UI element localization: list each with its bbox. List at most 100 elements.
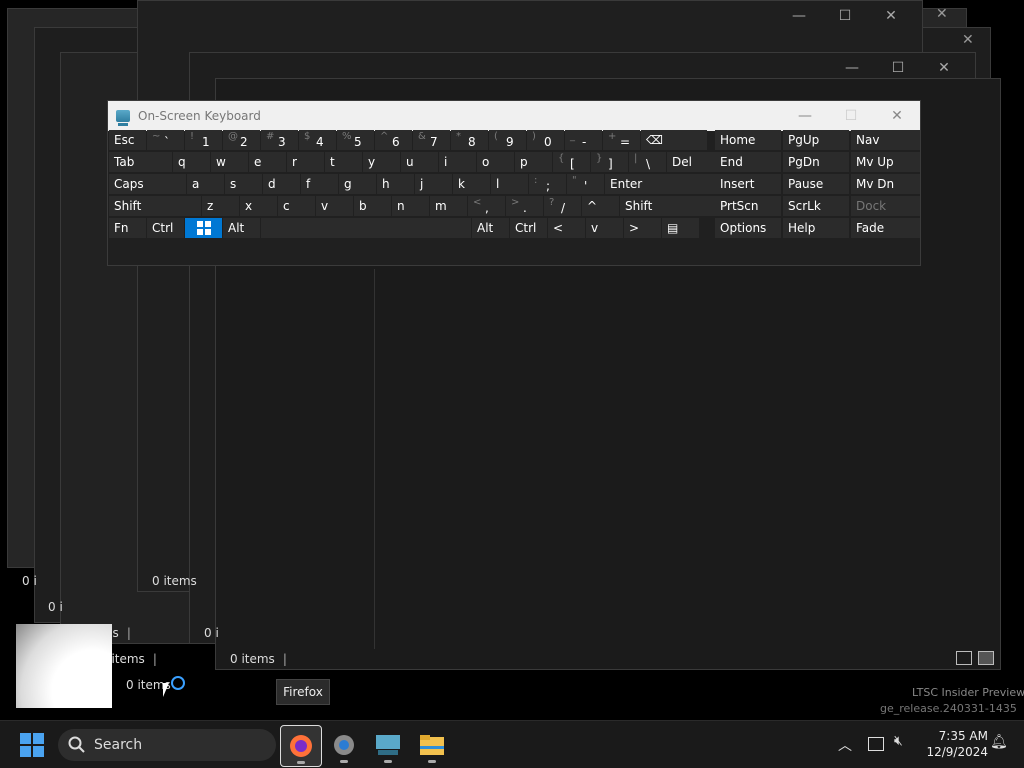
- key-backslash[interactable]: | \: [629, 152, 666, 172]
- key-symbol[interactable]: " ': [567, 174, 604, 194]
- key-space[interactable]: [261, 218, 471, 238]
- key-char[interactable]: o: [477, 152, 514, 172]
- key-ctrl[interactable]: Ctrl: [510, 218, 547, 238]
- key-pgdn[interactable]: PgDn: [783, 152, 849, 172]
- key-symbol[interactable]: (9: [489, 130, 526, 150]
- key-symbol[interactable]: + =: [603, 130, 640, 150]
- minimize-icon[interactable]: —: [782, 101, 828, 131]
- key-char[interactable]: f: [301, 174, 338, 194]
- network-icon[interactable]: [868, 737, 884, 751]
- key-insert[interactable]: Insert: [715, 174, 781, 194]
- key-fade[interactable]: Fade: [851, 218, 920, 238]
- key-char[interactable]: v: [586, 218, 623, 238]
- key-home[interactable]: Home: [715, 130, 781, 150]
- key-char[interactable]: w: [211, 152, 248, 172]
- taskbar-onscreen-keyboard[interactable]: [368, 725, 408, 765]
- key-char[interactable]: e: [249, 152, 286, 172]
- view-tiles-icon[interactable]: [978, 651, 994, 665]
- key-char[interactable]: v: [316, 196, 353, 216]
- key-char[interactable]: r: [287, 152, 324, 172]
- key-symbol[interactable]: :;: [529, 174, 566, 194]
- osk-title-bar[interactable]: On-Screen Keyboard — ☐ ✕: [108, 101, 920, 131]
- key-ctrl[interactable]: Ctrl: [147, 218, 184, 238]
- key-char[interactable]: c: [278, 196, 315, 216]
- key-char[interactable]: a: [187, 174, 224, 194]
- key-char[interactable]: ^: [582, 196, 619, 216]
- key-alt[interactable]: Alt: [223, 218, 260, 238]
- key-scrlk[interactable]: ScrLk: [783, 196, 849, 216]
- clock[interactable]: 7:35 AM 12/9/2024: [918, 728, 988, 760]
- key-symbol[interactable]: @2: [223, 130, 260, 150]
- taskbar-settings[interactable]: [324, 725, 364, 765]
- key-symbol[interactable]: _ -: [565, 130, 602, 150]
- key-char[interactable]: h: [377, 174, 414, 194]
- key-char[interactable]: z: [202, 196, 239, 216]
- key-symbol[interactable]: ~ `: [147, 130, 184, 150]
- close-icon[interactable]: ✕: [868, 1, 914, 31]
- key-symbol[interactable]: $4: [299, 130, 336, 150]
- close-icon[interactable]: ✕: [874, 101, 920, 131]
- key-symbol[interactable]: >.: [506, 196, 543, 216]
- key-char[interactable]: l: [491, 174, 528, 194]
- key-char[interactable]: t: [325, 152, 362, 172]
- key-char[interactable]: p: [515, 152, 552, 172]
- key-symbol[interactable]: ? /: [544, 196, 581, 216]
- start-button[interactable]: [12, 725, 52, 765]
- key-symbol[interactable]: % 5: [337, 130, 374, 150]
- key-char[interactable]: <: [548, 218, 585, 238]
- key-symbol[interactable]: ^ 6: [375, 130, 412, 150]
- key-windows[interactable]: [185, 218, 222, 238]
- key-symbol[interactable]: ) 0: [527, 130, 564, 150]
- key-alt[interactable]: Alt: [472, 218, 509, 238]
- key-mv-up[interactable]: Mv Up: [851, 152, 920, 172]
- key-end[interactable]: End: [715, 152, 781, 172]
- minimize-icon[interactable]: —: [776, 1, 822, 31]
- view-details-icon[interactable]: [956, 651, 972, 665]
- key-options[interactable]: Options: [715, 218, 781, 238]
- key-char[interactable]: q: [173, 152, 210, 172]
- key-char[interactable]: ⌫: [641, 130, 707, 150]
- key-prtscn[interactable]: PrtScn: [715, 196, 781, 216]
- taskbar-file-explorer[interactable]: [412, 725, 452, 765]
- key-pause[interactable]: Pause: [783, 174, 849, 194]
- key-char[interactable]: d: [263, 174, 300, 194]
- key-nav[interactable]: Nav: [851, 130, 920, 150]
- close-icon[interactable]: ✕: [962, 32, 974, 48]
- key-char[interactable]: y: [363, 152, 400, 172]
- key-char[interactable]: b: [354, 196, 391, 216]
- close-icon[interactable]: ✕: [936, 6, 948, 22]
- key-char[interactable]: k: [453, 174, 490, 194]
- maximize-icon[interactable]: ☐: [822, 1, 868, 31]
- taskbar-firefox[interactable]: [280, 725, 322, 767]
- key-esc[interactable]: Esc: [109, 130, 146, 150]
- key-symbol[interactable]: ! 1: [185, 130, 222, 150]
- key-char[interactable]: s: [225, 174, 262, 194]
- key-mv-dn[interactable]: Mv Dn: [851, 174, 920, 194]
- notification-bell-icon[interactable]: 🔔︎: [990, 734, 1008, 750]
- key-symbol[interactable]: <,: [468, 196, 505, 216]
- key-tab[interactable]: Tab: [109, 152, 172, 172]
- key-char[interactable]: >: [624, 218, 661, 238]
- volume-muted-icon[interactable]: 🔇︎: [894, 733, 903, 749]
- show-hidden-icons-chevron-icon[interactable]: ︿: [838, 735, 852, 755]
- key-symbol[interactable]: #3: [261, 130, 298, 150]
- key-char[interactable]: ▤: [662, 218, 699, 238]
- key-char[interactable]: i: [439, 152, 476, 172]
- key-fn[interactable]: Fn: [109, 218, 146, 238]
- key-shift[interactable]: Shift: [620, 196, 716, 216]
- key-char[interactable]: g: [339, 174, 376, 194]
- taskbar-search[interactable]: Search: [58, 729, 276, 761]
- key-pgup[interactable]: PgUp: [783, 130, 849, 150]
- key-char[interactable]: j: [415, 174, 452, 194]
- key-char[interactable]: m: [430, 196, 467, 216]
- key-char[interactable]: u: [401, 152, 438, 172]
- key-symbol[interactable]: }]: [591, 152, 628, 172]
- key-char[interactable]: x: [240, 196, 277, 216]
- key-shift[interactable]: Shift: [109, 196, 201, 216]
- key-symbol[interactable]: & 7: [413, 130, 450, 150]
- key-help[interactable]: Help: [783, 218, 849, 238]
- key-symbol[interactable]: {[: [553, 152, 590, 172]
- key-caps[interactable]: Caps: [109, 174, 186, 194]
- key-symbol[interactable]: * 8: [451, 130, 488, 150]
- key-char[interactable]: n: [392, 196, 429, 216]
